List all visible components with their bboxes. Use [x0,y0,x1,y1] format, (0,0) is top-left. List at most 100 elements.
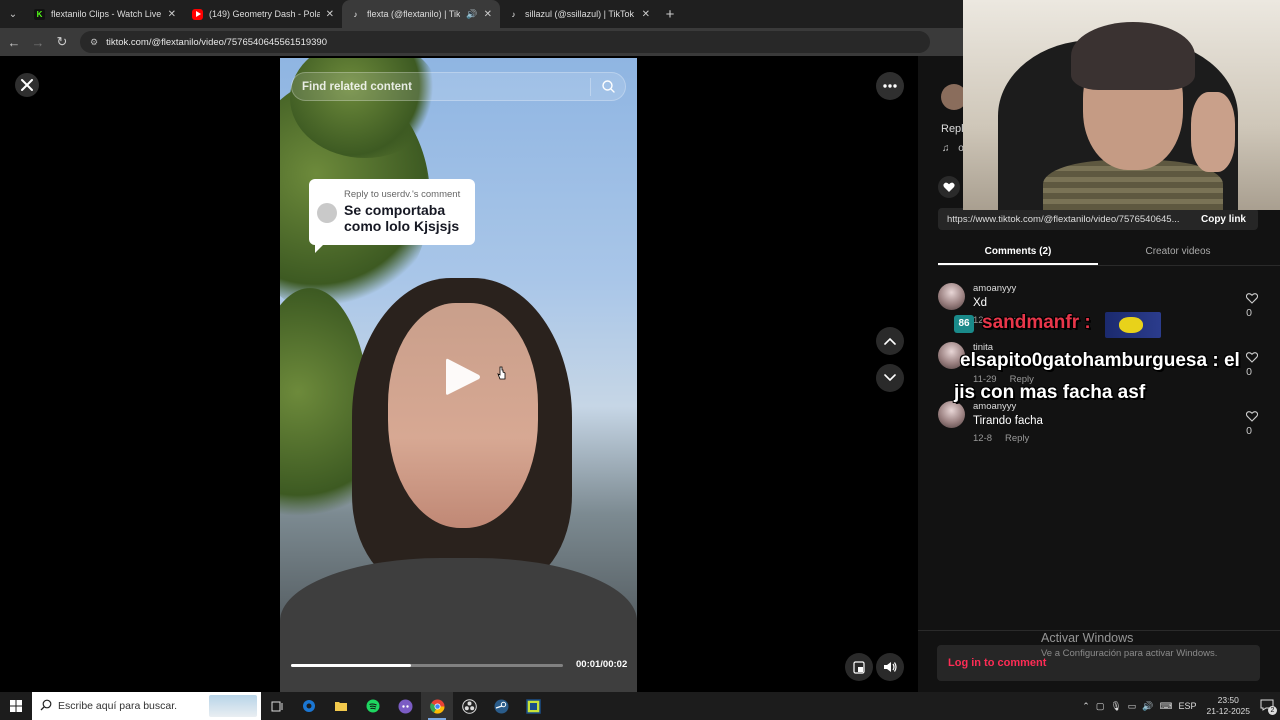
discord-icon [398,699,412,713]
share-url[interactable]: https://www.tiktok.com/@flextanilo/video… [938,214,1191,225]
video-timecode: 00:01/00:02 [576,659,628,670]
volume-button[interactable] [876,653,904,681]
volume-icon [884,662,897,672]
chrome-icon [429,699,445,714]
tab-tiktok-sillazul[interactable]: ♪ sillazul (@ssillazul) | TikTok ✕ [500,0,658,28]
speaker-icon[interactable]: 🔊 [1142,701,1153,712]
picture-in-picture-button[interactable] [845,653,873,681]
back-button[interactable]: ← [2,35,26,50]
microphone-icon[interactable]: 🎙 [1110,701,1121,712]
windows-icon [10,700,22,712]
taskbar-app-geometry-dash[interactable] [517,692,549,720]
chat-message-1: sandmanfr : [982,312,1091,333]
streamer-webcam [963,0,1280,210]
heart-outline-icon [1245,352,1259,363]
network-icon[interactable]: ▭ [1128,701,1137,712]
language-indicator[interactable]: ESP [1179,701,1197,711]
address-bar[interactable]: ⚙ tiktok.com/@flextanilo/video/757654064… [80,31,930,53]
comment-text: Xd [973,297,988,309]
tab-kick[interactable]: K flextanilo Clips - Watch Live on ✕ [26,0,184,28]
chat-badge: 86 [954,315,974,333]
task-view-button[interactable] [261,692,293,720]
music-info[interactable]: ♫ o [942,143,964,154]
share-link-bar: https://www.tiktok.com/@flextanilo/video… [938,208,1258,230]
tab-youtube[interactable]: (149) Geometry Dash - Polargeist ✕ [184,0,342,28]
tab-comments[interactable]: Comments (2) [938,238,1098,265]
close-tab-icon[interactable]: ✕ [168,9,176,20]
tab-title: flexta (@flextanilo) | TikTok [367,9,461,19]
clock-time: 23:50 [1217,695,1239,705]
close-tab-icon[interactable]: ✕ [484,9,492,20]
url-text: tiktok.com/@flextanilo/video/75765406455… [106,36,327,48]
like-video-button[interactable] [938,176,960,198]
taskbar-app-discord[interactable] [389,692,421,720]
person-face [388,303,538,528]
taskbar-search-input[interactable] [32,700,202,712]
close-video-button[interactable] [15,73,39,97]
comment-date: 12-8 [973,433,993,444]
comment-text: Tirando facha [973,415,1043,427]
reply-sticker: Reply to userdv.'s comment Se comportaba… [309,179,475,253]
windows-activation-subtitle: Ve a Configuración para activar Windows. [1041,648,1218,659]
taskbar-app-explorer[interactable] [325,692,357,720]
tab-creator-videos[interactable]: Creator videos [1098,238,1258,265]
avatar[interactable] [938,401,965,428]
keyboard-icon[interactable]: ⌨ [1160,701,1173,712]
close-tab-icon[interactable]: ✕ [642,9,650,20]
tab-tiktok-flexta[interactable]: ♪ flexta (@flextanilo) | TikTok 🔊 ✕ [342,0,500,28]
floating-player-icon [853,660,865,674]
taskbar-app-steam[interactable] [485,692,517,720]
site-info-icon[interactable]: ⚙ [90,37,98,48]
tab-search-button[interactable]: ⌄ [0,0,26,28]
video-player[interactable]: Reply to userdv.'s comment Se comportaba… [280,58,637,692]
taskbar-app-obs[interactable] [453,692,485,720]
folder-icon [335,702,347,711]
related-search-input[interactable] [292,80,590,93]
heart-icon [943,182,955,192]
start-button[interactable] [0,692,32,720]
chevron-up-icon[interactable]: ⌃ [1082,701,1090,712]
edge-icon [303,700,315,712]
taskbar-app-edge[interactable] [293,692,325,720]
taskbar-app-spotify[interactable] [357,692,389,720]
play-button[interactable] [444,356,482,403]
clock-date: 21-12-2025 [1206,706,1250,716]
search-button[interactable] [591,80,625,93]
taskbar-app-chrome[interactable] [421,692,453,720]
login-to-comment-link[interactable]: Log in to comment [948,657,1046,669]
video-caption: Repl [941,123,964,135]
reload-button[interactable]: ↻ [50,34,74,50]
person-shirt [280,558,637,692]
obs-icon [461,698,477,714]
copy-link-button[interactable]: Copy link [1191,214,1258,225]
task-view-icon [271,701,282,711]
search-highlight-image [209,695,257,717]
chat-message-2: elsapito0gatohamburguesa : el [960,350,1240,371]
reply-link[interactable]: Reply [1005,433,1029,444]
kick-icon: K [34,8,45,20]
notification-center-button[interactable]: 2 [1260,699,1277,715]
streamer-beanie [1071,22,1195,90]
clock[interactable]: 23:50 21-12-2025 [1203,695,1254,717]
taskbar-search [32,692,261,720]
reply-header: Reply to userdv.'s comment [344,189,461,200]
more-options-button[interactable] [876,72,904,100]
close-tab-icon[interactable]: ✕ [326,9,334,20]
comment-meta: 12-8 Reply [973,433,1029,444]
tab-title: sillazul (@ssillazul) | TikTok [525,9,634,19]
forward-button[interactable]: → [26,35,50,50]
more-horizontal-icon [883,84,897,88]
audio-playing-icon[interactable]: 🔊 [466,9,477,20]
usb-icon[interactable]: ▢ [1096,701,1105,712]
geometry-dash-icon [525,698,541,714]
previous-video-button[interactable] [876,327,904,355]
next-video-button[interactable] [876,364,904,392]
avatar[interactable] [938,283,965,310]
heart-outline-icon [1245,411,1259,422]
play-icon [446,358,480,395]
new-tab-button[interactable]: + [658,6,682,23]
mouse-cursor-icon [497,366,507,386]
video-progress-bar[interactable] [291,664,563,667]
streamer-hand [1191,92,1235,172]
comment-username[interactable]: amoanyyy [973,283,1016,294]
